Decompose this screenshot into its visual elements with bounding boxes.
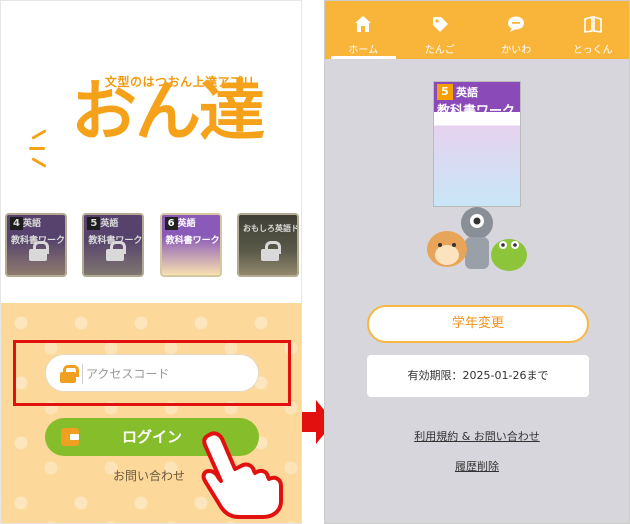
input-divider bbox=[82, 364, 83, 384]
home-icon bbox=[355, 16, 372, 32]
access-code-input[interactable] bbox=[86, 361, 246, 387]
home-screen: ホーム たんご かいわ とっくん 5 英語 教科書ワーク 学年変更 有効期限：2… bbox=[324, 0, 630, 524]
pointing-hand-icon bbox=[201, 431, 283, 519]
tab-home[interactable]: ホーム bbox=[325, 1, 402, 59]
cover-subtitle: 教科書ワーク bbox=[437, 104, 516, 119]
book-open-icon bbox=[583, 15, 602, 33]
book-item-drill[interactable]: おもしろ英語ドリル bbox=[236, 213, 299, 277]
lock-icon bbox=[106, 241, 127, 261]
logo-text: おん達 bbox=[71, 73, 265, 150]
tab-label: たんご bbox=[424, 45, 455, 56]
lock-icon bbox=[29, 241, 49, 261]
book-subtitle: 教科書ワーク bbox=[165, 236, 220, 246]
tab-label: とっくん bbox=[572, 45, 613, 56]
expiry-info: 有効期限：2025-01-26まで bbox=[367, 355, 589, 397]
cover-grade: 5 bbox=[437, 84, 453, 100]
tag-icon bbox=[432, 17, 448, 32]
tab-training[interactable]: とっくん bbox=[555, 1, 630, 59]
lock-icon bbox=[260, 241, 281, 261]
book-item-grade6[interactable]: 6 英語 教科書ワーク bbox=[159, 213, 222, 277]
book-title: 英語 bbox=[177, 219, 196, 229]
book-grade: 6 bbox=[164, 217, 178, 230]
cover-title: 英語 bbox=[456, 86, 478, 99]
book-cover: 5 英語 教科書ワーク bbox=[433, 81, 521, 207]
chat-bubble-icon bbox=[508, 16, 525, 32]
tab-words[interactable]: たんご bbox=[402, 1, 479, 59]
tab-label: ホーム bbox=[348, 45, 379, 56]
tab-bar: ホーム たんご かいわ とっくん bbox=[325, 1, 630, 59]
login-label: ログイン bbox=[121, 428, 182, 446]
book-title: 英語 bbox=[100, 219, 119, 229]
grade-change-button[interactable]: 学年変更 bbox=[367, 305, 589, 343]
app-logo: 文型のはつおん上達アプリ おん達 bbox=[27, 73, 277, 181]
book-item-grade4[interactable]: 4 英語 教科書ワーク bbox=[5, 213, 67, 277]
mascot-characters bbox=[427, 207, 527, 271]
login-screen: 文型のはつおん上達アプリ おん達 4 英語 教科書ワーク 5 英語 教科書ワーク… bbox=[0, 0, 302, 524]
logo-spark bbox=[31, 129, 47, 140]
logo-spark bbox=[31, 157, 47, 168]
tab-label: かいわ bbox=[501, 45, 532, 56]
logo-spark bbox=[29, 147, 45, 150]
tab-active-indicator bbox=[331, 56, 396, 59]
terms-contact-link[interactable]: 利用規約 & お問い合わせ bbox=[325, 428, 629, 444]
lock-icon bbox=[60, 365, 79, 383]
book-subtitle: おもしろ英語ドリル bbox=[242, 224, 299, 233]
book-list: 4 英語 教科書ワーク 5 英語 教科書ワーク 6 英語 教科書ワーク おもしろ… bbox=[5, 213, 299, 277]
book-grade: 5 bbox=[87, 217, 101, 230]
contact-link[interactable]: お問い合わせ bbox=[113, 467, 185, 484]
book-grade: 4 bbox=[10, 217, 23, 230]
book-title: 英語 bbox=[23, 219, 42, 229]
tab-conversation[interactable]: かいわ bbox=[478, 1, 555, 59]
access-code-field[interactable] bbox=[45, 354, 259, 392]
book-item-grade5[interactable]: 5 英語 教科書ワーク bbox=[82, 213, 145, 277]
login-icon bbox=[61, 428, 79, 446]
delete-history-link[interactable]: 履歴削除 bbox=[325, 458, 629, 474]
